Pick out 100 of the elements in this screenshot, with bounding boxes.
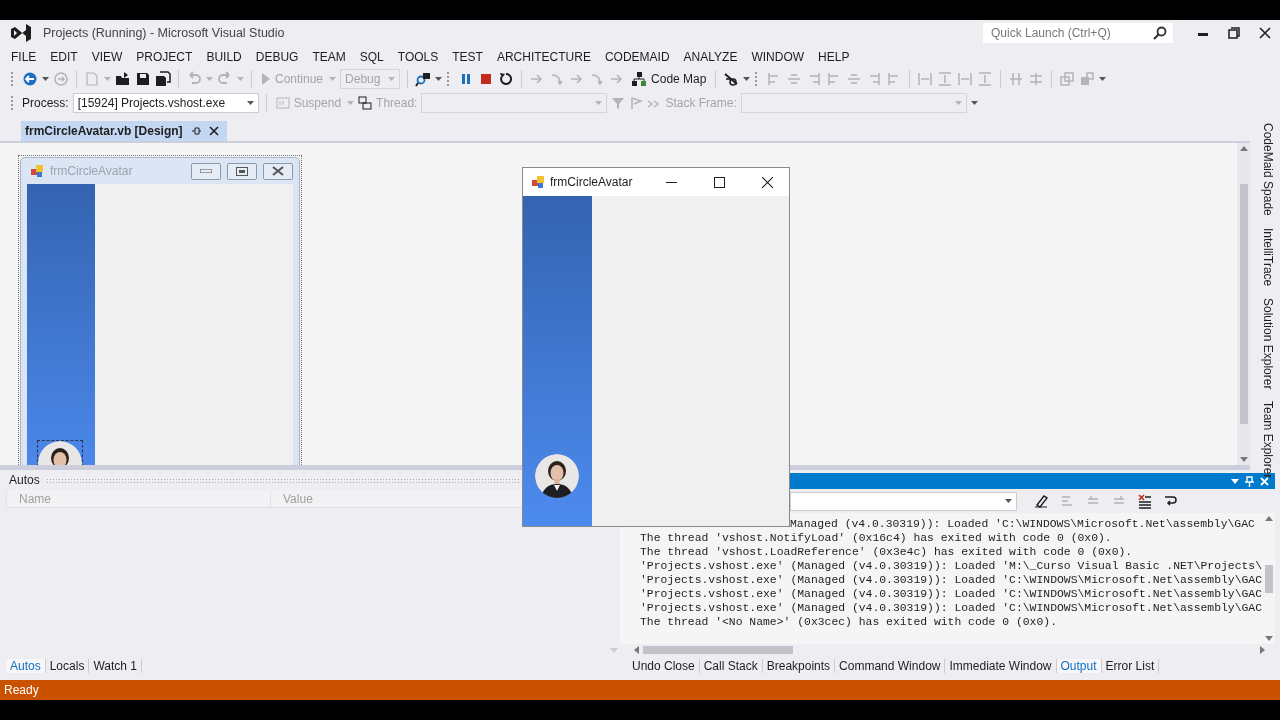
- maximize-icon[interactable]: [714, 176, 725, 188]
- close-icon[interactable]: [762, 176, 773, 188]
- window-title: Projects (Running) - Microsoft Visual Studio: [43, 26, 285, 40]
- caret-icon[interactable]: [435, 76, 443, 82]
- caret-icon[interactable]: [743, 76, 751, 82]
- form-title: frmCircleAvatar: [550, 175, 634, 189]
- panel-tab[interactable]: Autos: [6, 659, 46, 673]
- save-icon[interactable]: [135, 71, 151, 87]
- maximize-icon: [236, 166, 248, 176]
- bring-front-icon[interactable]: [1059, 71, 1076, 87]
- code-map-button[interactable]: Code Map: [629, 69, 709, 89]
- save-all-icon[interactable]: [155, 71, 171, 87]
- process-dropdown[interactable]: [15924] Projects.vshost.exe: [72, 93, 259, 113]
- panel-tab[interactable]: Undo Close: [628, 659, 700, 673]
- panel-tab[interactable]: Error List: [1101, 659, 1160, 673]
- step-out-icon[interactable]: [589, 71, 606, 87]
- side-tab[interactable]: CodeMaid Spade: [1260, 123, 1275, 216]
- scrollbar-thumb[interactable]: [1239, 184, 1248, 424]
- menu-item[interactable]: BUILD: [199, 47, 249, 66]
- menu-item[interactable]: HELP: [811, 47, 857, 66]
- close-icon[interactable]: [1258, 27, 1271, 39]
- minimize-icon: [200, 169, 212, 173]
- close-icon: [272, 166, 284, 176]
- scroll-down-icon[interactable]: [1239, 457, 1248, 462]
- restore-icon[interactable]: [1227, 27, 1240, 39]
- quick-launch-field[interactable]: Quick Launch (Ctrl+Q): [983, 23, 1173, 43]
- open-folder-icon[interactable]: [115, 71, 131, 87]
- form-icon: [531, 175, 545, 189]
- scrollbar-thumb[interactable]: [643, 646, 793, 654]
- panel-tab[interactable]: Output: [1056, 659, 1102, 673]
- scroll-down-icon[interactable]: [1264, 636, 1273, 641]
- caret-icon[interactable]: [1099, 76, 1107, 82]
- side-tab[interactable]: IntelliTrace: [1260, 227, 1275, 286]
- form-icon: [30, 164, 44, 178]
- menu-item[interactable]: CODEMAID: [597, 47, 677, 66]
- menu-item[interactable]: SQL: [352, 47, 391, 66]
- suspend-icon: [275, 96, 290, 110]
- caret-icon[interactable]: [42, 76, 49, 82]
- menu-item[interactable]: ARCHITECTURE: [489, 47, 598, 66]
- spacing-icon[interactable]: [917, 71, 934, 87]
- menu-item[interactable]: EDIT: [43, 47, 85, 66]
- align-icon[interactable]: [846, 71, 863, 87]
- side-tab[interactable]: Team Explorer: [1260, 401, 1275, 479]
- undo-icon[interactable]: [186, 71, 202, 87]
- output-line: The thread 'vshost.NotifyLoad' (0x16c4) has exited with code 0 (0x0).: [640, 531, 1113, 545]
- menu-item[interactable]: FILE: [4, 47, 44, 66]
- side-tab[interactable]: Solution Explorer: [1260, 298, 1275, 390]
- output-line: The thread 'vshost.LoadReference' (0x3e4c) has exited with code 0 (0x0).: [640, 545, 1134, 559]
- new-item-icon[interactable]: [84, 71, 100, 87]
- spacing-icon[interactable]: [1028, 71, 1045, 87]
- pin-icon[interactable]: [190, 126, 201, 136]
- restart-icon[interactable]: [498, 71, 515, 87]
- flag-icon[interactable]: [629, 96, 644, 110]
- panel-tab[interactable]: Locals: [45, 659, 90, 673]
- menu-item[interactable]: DEBUG: [248, 47, 306, 66]
- menu-item[interactable]: TOOLS: [390, 47, 446, 66]
- close-icon[interactable]: [208, 126, 219, 136]
- clear-all-icon[interactable]: [1137, 493, 1153, 509]
- stack-frame-label: Stack Frame:: [665, 96, 737, 110]
- logo-icon: [10, 23, 32, 43]
- menu-item[interactable]: ANALYZE: [676, 47, 745, 66]
- menu-item[interactable]: TEST: [445, 47, 490, 66]
- spacing-icon[interactable]: [957, 71, 974, 87]
- filter-icon[interactable]: [611, 96, 626, 110]
- panel-tab[interactable]: Immediate Window: [945, 659, 1057, 673]
- panel-tab[interactable]: Call Stack: [699, 659, 763, 673]
- thread-dropdown[interactable]: [421, 93, 608, 113]
- thread-label: Thread:: [376, 96, 418, 110]
- form-title: frmCircleAvatar: [50, 164, 134, 178]
- thread-icon: [358, 96, 373, 110]
- scroll-left-icon[interactable]: [634, 646, 639, 654]
- menu-item[interactable]: PROJECT: [129, 47, 200, 66]
- dropdown-icon[interactable]: [1231, 478, 1240, 484]
- process-label: Process:: [22, 96, 69, 110]
- panel-tab[interactable]: Watch 1: [89, 659, 142, 673]
- spacing-icon[interactable]: [937, 71, 954, 87]
- caret-icon[interactable]: [246, 100, 254, 106]
- search-icon[interactable]: [1153, 26, 1167, 40]
- play-icon: [261, 72, 271, 86]
- caret-icon[interactable]: [1005, 498, 1012, 504]
- scroll-up-icon[interactable]: [1239, 146, 1248, 151]
- align-icon[interactable]: [786, 71, 803, 87]
- redo-icon[interactable]: [217, 71, 233, 87]
- panel-tab[interactable]: Command Window: [835, 659, 946, 673]
- back-icon[interactable]: [22, 71, 38, 87]
- menu-item[interactable]: WINDOW: [744, 47, 812, 66]
- step-into-icon[interactable]: [549, 71, 566, 87]
- panel-title: Autos: [9, 473, 40, 487]
- menu-item[interactable]: TEAM: [305, 47, 353, 66]
- scroll-up-icon[interactable]: [1264, 516, 1273, 521]
- menu-item[interactable]: VIEW: [84, 47, 130, 66]
- status-text: Ready: [4, 683, 39, 697]
- output-line: The thread '<No Name>' (0x3cec) has exited with code 0 (0x0).: [640, 615, 1058, 629]
- output-line: 'Projects.vshost.exe' (Managed (v4.0.30319)): Loaded 'C:\WINDOWS\Microsoft.Net\assembly\GAC: [640, 601, 1263, 615]
- panel-tab[interactable]: Breakpoints: [762, 659, 836, 673]
- scrollbar-thumb[interactable]: [1264, 564, 1273, 593]
- scroll-right-icon[interactable]: [1260, 646, 1266, 654]
- spacing-icon[interactable]: [977, 71, 994, 87]
- spacing-icon[interactable]: [1008, 71, 1025, 87]
- document-tab[interactable]: frmCircleAvatar.vb [Design]: [21, 121, 227, 141]
